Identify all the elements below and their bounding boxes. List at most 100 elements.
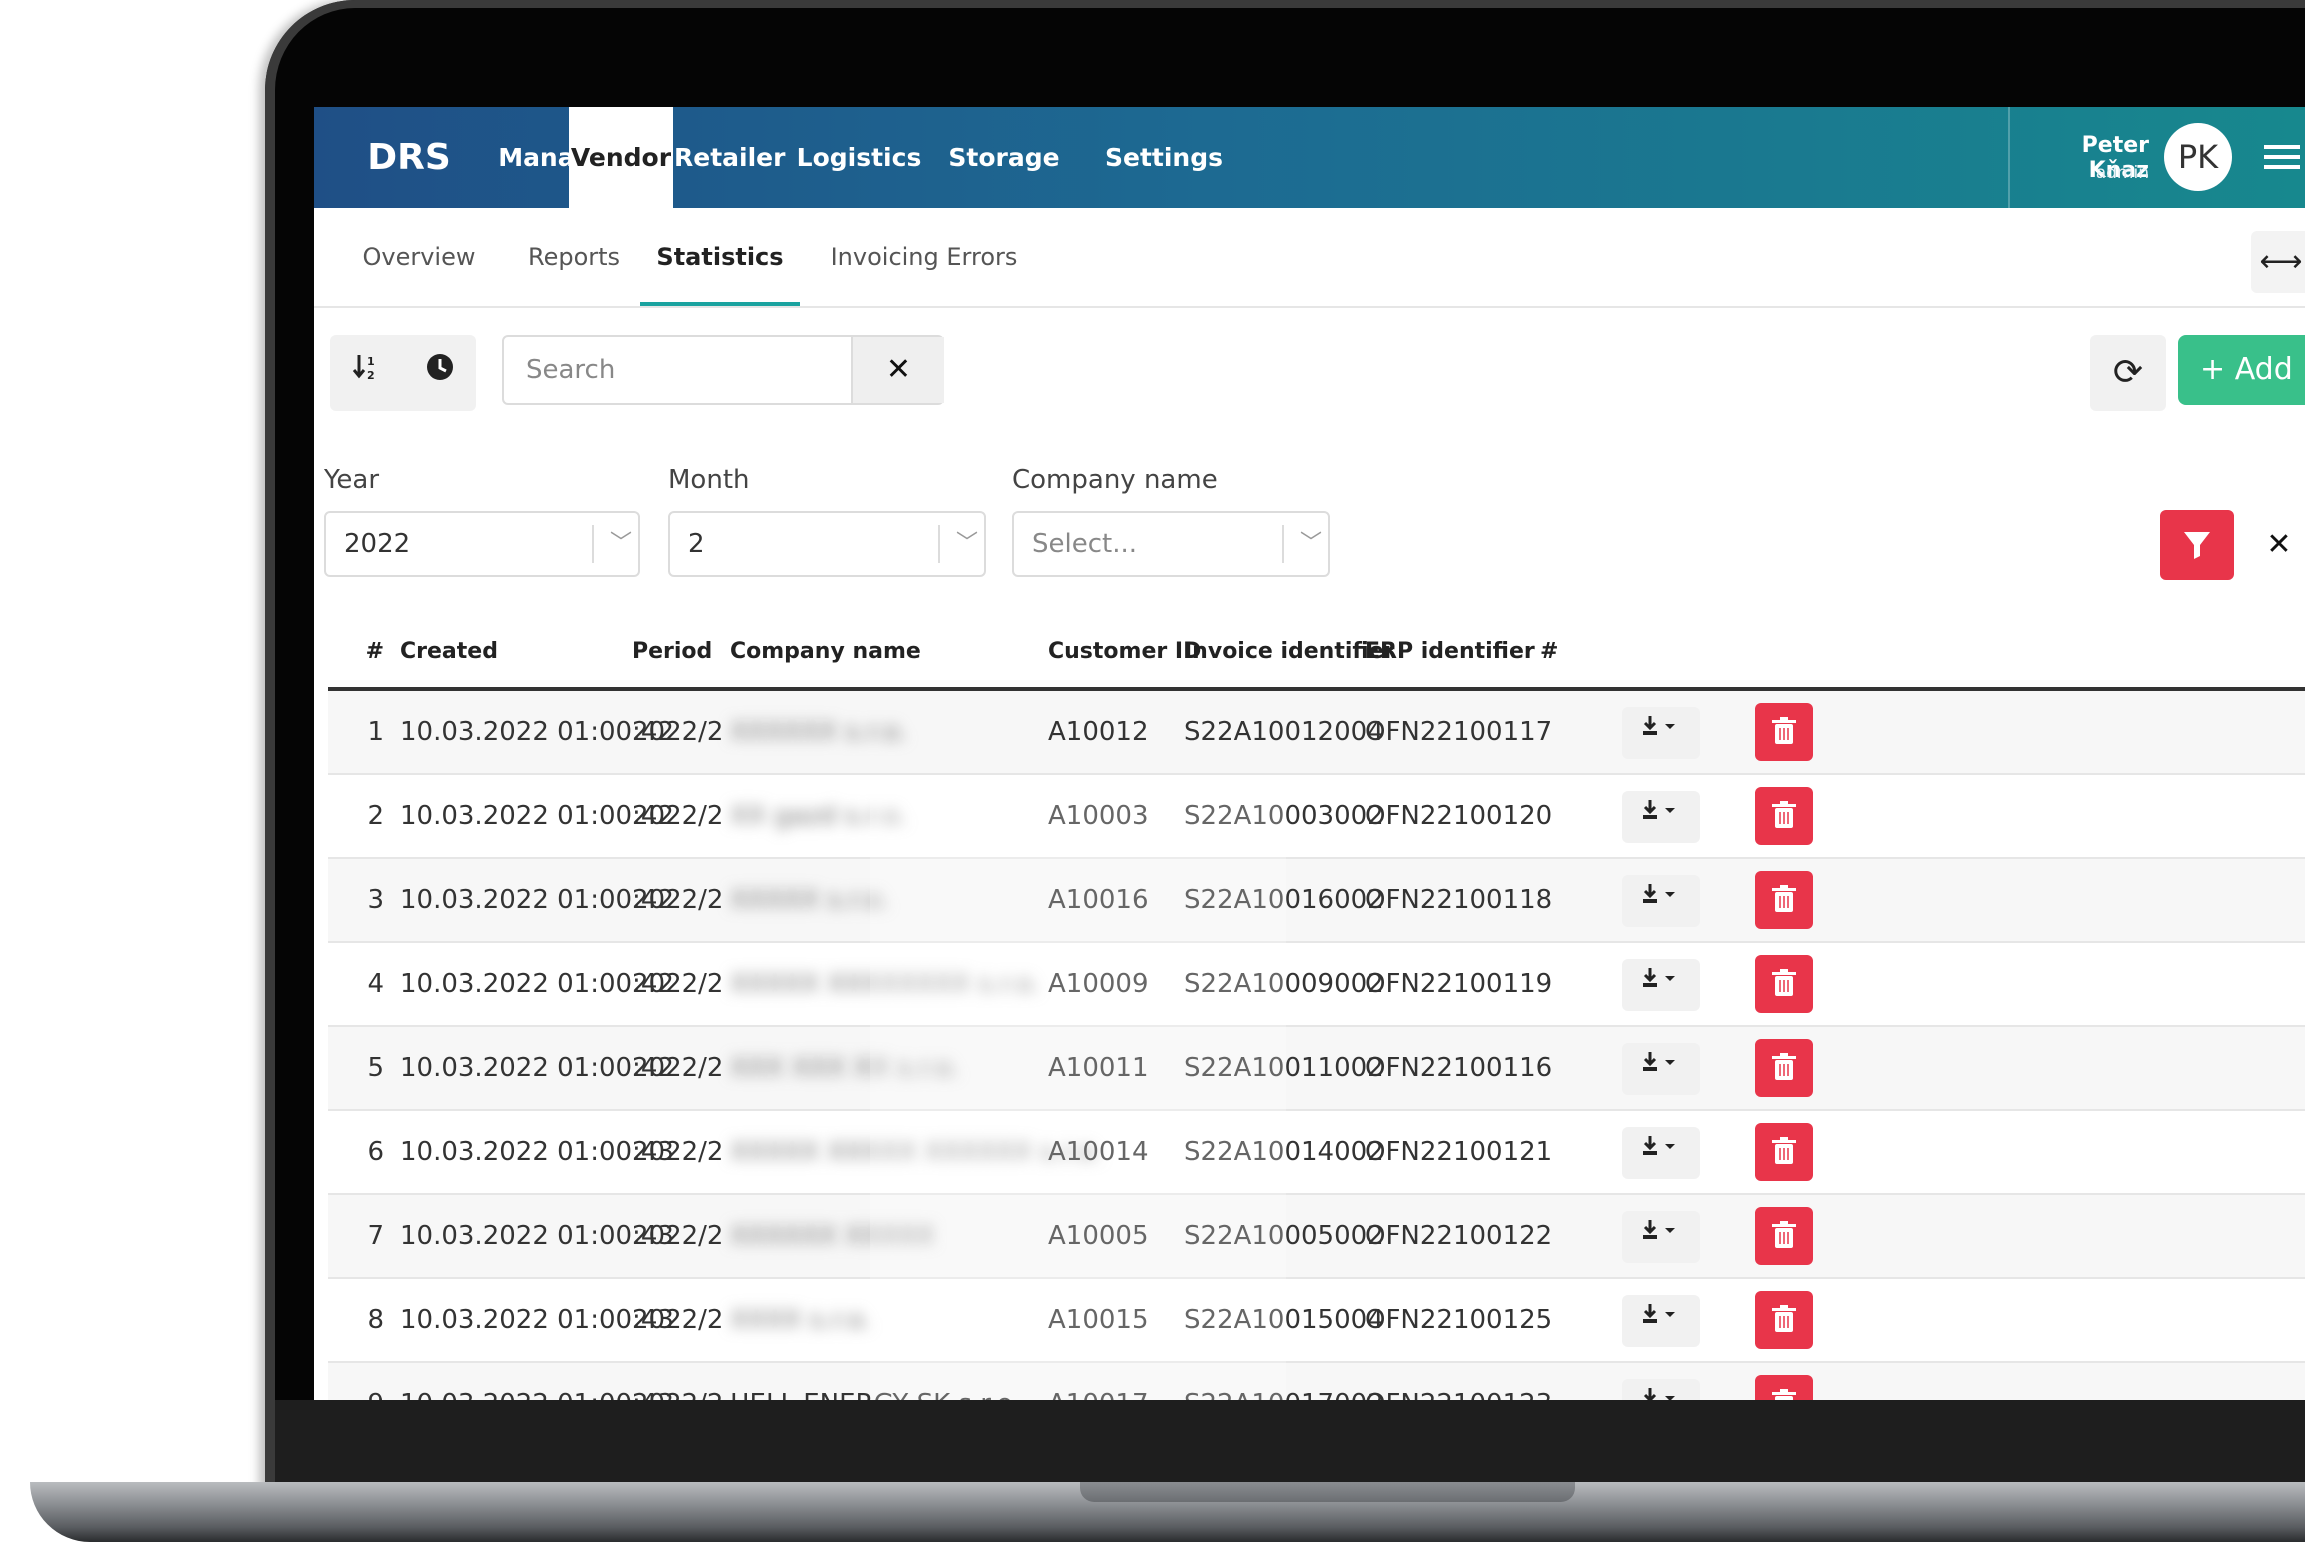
- row-period: 2022/2: [632, 1137, 724, 1167]
- table-row[interactable]: 4 10.03.2022 01:00:42 2022/2 XXXXX XXXXXXXX…: [328, 943, 2305, 1027]
- header-invoice-id[interactable]: Invoice identifier: [1184, 617, 1394, 687]
- row-erp-id: OFN22100123: [1365, 1363, 1552, 1400]
- company-select[interactable]: Select... ﹀: [1012, 511, 1330, 577]
- add-button[interactable]: + Add: [2178, 335, 2305, 405]
- chevron-down-icon: ﹀: [955, 531, 978, 556]
- header-erp-id[interactable]: ERP identifier: [1365, 617, 1535, 687]
- nav-vendor[interactable]: Vendor: [569, 107, 673, 208]
- table-row[interactable]: 6 10.03.2022 01:00:43 2022/2 XXXXX XXXXX XX…: [328, 1111, 2305, 1195]
- filter-button[interactable]: [2160, 510, 2234, 580]
- nav-divider: [2008, 107, 2010, 208]
- row-erp-id: OFN22100116: [1365, 1053, 1553, 1083]
- trash-icon[interactable]: [1755, 1291, 1813, 1349]
- nav-storage[interactable]: Storage: [944, 107, 1064, 208]
- nav-logistics[interactable]: Logistics: [789, 107, 929, 208]
- header-actions: #: [1540, 639, 1559, 664]
- company-placeholder: Select...: [1032, 529, 1138, 559]
- download-icon[interactable]: [1622, 875, 1700, 927]
- sub-navigation: Overview Reports Statistics Invoicing Er…: [314, 208, 2305, 308]
- trash-icon[interactable]: [1755, 703, 1813, 761]
- app-screen: DRS Manager Vendor Retailer Logistics St…: [314, 107, 2305, 1400]
- month-value: 2: [688, 529, 705, 559]
- table-row[interactable]: 3 10.03.2022 01:00:42 2022/2 XXXXX s.r.o. A1…: [328, 859, 2305, 943]
- row-customer-id: A10012: [1048, 717, 1149, 747]
- download-icon[interactable]: [1622, 1211, 1700, 1263]
- svg-text:1: 1: [367, 355, 375, 368]
- clear-filter-icon[interactable]: ✕: [2244, 510, 2305, 580]
- laptop-notch: [1080, 1482, 1575, 1502]
- row-erp-id: OFN22100121: [1365, 1137, 1553, 1167]
- trash-icon[interactable]: [1755, 1123, 1813, 1181]
- trash-icon[interactable]: [1755, 871, 1813, 929]
- user-role: admin: [2095, 163, 2149, 183]
- nav-settings[interactable]: Settings: [1099, 107, 1229, 208]
- row-index: 5: [367, 1053, 384, 1083]
- header-company[interactable]: Company name: [730, 617, 921, 687]
- trash-icon[interactable]: [1755, 1039, 1813, 1097]
- company-label: Company name: [1012, 465, 1218, 495]
- header-period[interactable]: Period: [632, 617, 712, 687]
- filter-icon: [2184, 532, 2210, 559]
- trash-icon[interactable]: [1755, 1207, 1813, 1265]
- header-customer-id[interactable]: Customer ID: [1048, 617, 1201, 687]
- tab-reports[interactable]: Reports: [514, 208, 634, 306]
- year-value: 2022: [344, 529, 411, 559]
- header-index: #: [365, 639, 384, 664]
- history-icon[interactable]: [403, 335, 476, 411]
- row-index: 2: [367, 801, 384, 831]
- download-icon[interactable]: [1622, 1379, 1700, 1400]
- row-erp-id: OFN22100125: [1365, 1305, 1553, 1335]
- table-row[interactable]: 8 10.03.2022 01:00:43 2022/2 XXXX s.r.o. A10…: [328, 1279, 2305, 1363]
- table-row[interactable]: 1 10.03.2022 01:00:42 2022/2 XXXXXX s.r.o. A…: [328, 691, 2305, 775]
- trash-icon[interactable]: [1755, 787, 1813, 845]
- row-index: 8: [367, 1305, 384, 1335]
- download-icon[interactable]: [1622, 1043, 1700, 1095]
- row-erp-id: OFN22100119: [1365, 969, 1553, 999]
- row-company: XXXX s.r.o.: [730, 1305, 872, 1335]
- row-index: 1: [367, 717, 384, 747]
- row-invoice-id: S22A10012004: [1184, 717, 1384, 747]
- expand-icon[interactable]: ⟷: [2251, 231, 2305, 293]
- download-icon[interactable]: [1622, 791, 1700, 843]
- table-row[interactable]: 5 10.03.2022 01:00:42 2022/2 XXX XXX XX s.r…: [328, 1027, 2305, 1111]
- close-icon[interactable]: ✕: [851, 337, 944, 403]
- row-period: 2022/2: [632, 1305, 724, 1335]
- table-row[interactable]: 7 10.03.2022 01:00:43 2022/2 XXXXXX XXXXX A1…: [328, 1195, 2305, 1279]
- tool-group: 12: [330, 335, 476, 411]
- search-input[interactable]: [504, 337, 849, 403]
- row-company: XXXXXX s.r.o.: [730, 717, 908, 747]
- hamburger-icon[interactable]: [2264, 139, 2300, 175]
- top-navbar: DRS Manager Vendor Retailer Logistics St…: [314, 107, 2305, 208]
- header-created[interactable]: Created: [400, 617, 498, 687]
- table-row[interactable]: 2 10.03.2022 01:00:42 2022/2 XX gazd s.r.o.…: [328, 775, 2305, 859]
- year-select[interactable]: 2022 ﹀: [324, 511, 640, 577]
- trash-icon[interactable]: [1755, 1375, 1813, 1400]
- download-icon[interactable]: [1622, 707, 1700, 759]
- sort-icon[interactable]: 12: [330, 335, 403, 411]
- row-period: 2022/2: [632, 969, 724, 999]
- row-erp-id: OFN22100120: [1365, 801, 1553, 831]
- svg-text:2: 2: [367, 369, 375, 382]
- search-box: ✕: [502, 335, 944, 405]
- select-separator: [1282, 525, 1284, 563]
- download-icon[interactable]: [1622, 959, 1700, 1011]
- tab-statistics[interactable]: Statistics: [640, 208, 800, 306]
- avatar[interactable]: PK: [2164, 123, 2232, 191]
- chevron-down-icon: ﹀: [1299, 531, 1322, 556]
- blurred-column-overlay: [870, 787, 1286, 1400]
- download-icon[interactable]: [1622, 1127, 1700, 1179]
- table-row[interactable]: 910.03.2022 01:00:432022/2HELL ENERGY SK…: [328, 1363, 2305, 1400]
- row-period: 2022/2: [632, 1221, 724, 1251]
- trash-icon[interactable]: [1755, 955, 1813, 1013]
- row-period: 2022/2: [632, 1053, 724, 1083]
- nav-retailer[interactable]: Retailer: [674, 107, 785, 208]
- download-icon[interactable]: [1622, 1295, 1700, 1347]
- tab-overview[interactable]: Overview: [354, 208, 484, 306]
- row-period: 2022/2: [632, 1363, 723, 1400]
- table-header: # Created Period Company name Customer I…: [328, 617, 2305, 691]
- tab-invoicing-errors[interactable]: Invoicing Errors: [819, 208, 1029, 306]
- month-select[interactable]: 2 ﹀: [668, 511, 986, 577]
- month-label: Month: [668, 465, 750, 495]
- refresh-icon[interactable]: ⟳: [2090, 335, 2166, 411]
- table-body: 1 10.03.2022 01:00:42 2022/2 XXXXXX s.r.o. A…: [328, 691, 2305, 1400]
